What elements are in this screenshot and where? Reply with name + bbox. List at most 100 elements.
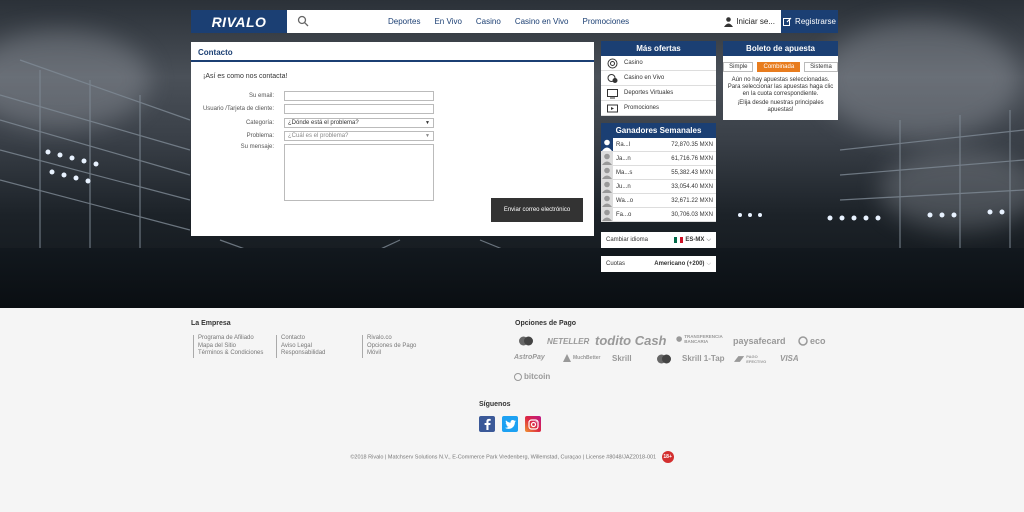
offer-virtual-sports[interactable]: Deportes Virtuales xyxy=(601,86,716,101)
tab-combinada[interactable]: Combinada xyxy=(757,62,801,72)
footer-link[interactable]: Rivalo.co xyxy=(367,335,416,343)
bitcoin-logo: bitcoin xyxy=(514,372,550,381)
nav-deportes[interactable]: Deportes xyxy=(388,17,420,26)
virtual-sports-icon xyxy=(607,88,618,99)
offer-live-casino[interactable]: Casino en Vivo xyxy=(601,71,716,86)
winner-amount: 32,671.22 MXN xyxy=(671,197,713,204)
winner-name: Ma...s xyxy=(616,169,633,176)
nav-casino-en-vivo[interactable]: Casino en Vivo xyxy=(515,17,569,26)
footer-link[interactable]: Contacto xyxy=(281,335,325,343)
mastercard-logo-2: mastercard xyxy=(656,354,672,364)
winner-name: Ja...n xyxy=(616,155,631,162)
mastercard-logo: mastercard xyxy=(518,336,534,346)
odds-label: Cuotas xyxy=(606,261,626,267)
language-label: Cambiar idioma xyxy=(606,237,649,243)
company-title: La Empresa xyxy=(191,320,231,327)
social-title: Síguenos xyxy=(479,401,511,408)
footer-link[interactable]: Responsabilidad xyxy=(281,350,325,358)
footer-links-col2: Contacto Aviso Legal Responsabilidad xyxy=(276,335,325,358)
footer-link[interactable]: Opciones de Pago xyxy=(367,343,416,351)
footer xyxy=(0,308,1024,512)
tab-sistema[interactable]: Sistema xyxy=(804,62,838,72)
footer-link[interactable]: Aviso Legal xyxy=(281,343,325,351)
winner-amount: 61,716.76 MXN xyxy=(671,155,713,162)
footer-link[interactable]: Programa de Afiliado xyxy=(198,335,263,343)
offer-label: Casino xyxy=(624,60,643,66)
login-label: Iniciar se... xyxy=(736,17,775,26)
avatar-icon xyxy=(601,194,613,207)
problem-row: Problema: ¿Cuál es el problema? xyxy=(191,131,434,141)
pago-efectivo-logo: PAGO EFECTIVO xyxy=(734,354,770,364)
language-value: ES-MX xyxy=(685,237,705,243)
footer-link[interactable]: Términos & Condiciones xyxy=(198,350,263,358)
winner-name: Wa...o xyxy=(616,197,634,204)
weekly-winners-panel: Ganadores Semanales Ra...l 72,870.35 MXN… xyxy=(601,123,716,222)
betslip-tabs: Simple Combinada Sistema xyxy=(723,62,838,72)
contact-title: Contacto xyxy=(191,42,594,62)
more-offers-title: Más ofertas xyxy=(601,41,716,56)
payment-title: Opciones de Pago xyxy=(515,320,577,327)
register-label: Registrarse xyxy=(795,17,836,26)
skrill-logo: Skrill xyxy=(612,354,632,363)
winner-amount: 33,054.40 MXN xyxy=(671,183,713,190)
more-offers-panel: Más ofertas Casino Casino en Vivo Deport… xyxy=(601,41,716,116)
email-field[interactable] xyxy=(284,91,434,101)
muchbetter-logo: MuchBetter xyxy=(563,354,601,362)
register-button[interactable]: Registrarse xyxy=(781,10,838,33)
category-label: Categoría: xyxy=(245,120,274,126)
winner-amount: 30,706.03 MXN xyxy=(671,211,713,218)
user-field[interactable] xyxy=(284,104,434,114)
search-icon[interactable] xyxy=(297,15,311,29)
avatar-icon xyxy=(601,152,613,165)
nav-casino[interactable]: Casino xyxy=(476,17,501,26)
avatar-icon xyxy=(601,138,613,151)
problem-select[interactable]: ¿Cuál es el problema? xyxy=(284,131,434,141)
betslip-empty-message: Aún no hay apuestas seleccionadas. Para … xyxy=(727,77,834,97)
winner-name: Ju...n xyxy=(616,183,631,190)
odds-format-selector[interactable]: Cuotas Americano (+200) ⌵ xyxy=(601,256,716,272)
avatar-icon xyxy=(601,166,613,179)
facebook-icon[interactable] xyxy=(479,416,495,432)
footer-link[interactable]: Móvil xyxy=(367,350,416,358)
login-button[interactable]: Iniciar se... xyxy=(724,16,781,27)
todito-cash-logo: todito Cash xyxy=(595,333,667,348)
winner-amount: 55,382.43 MXN xyxy=(671,169,713,176)
mexico-flag-icon xyxy=(674,237,684,243)
email-row: Su email: xyxy=(191,91,434,101)
nav-en-vivo[interactable]: En Vivo xyxy=(434,17,461,26)
casino-chip-icon xyxy=(607,58,618,69)
send-email-button[interactable]: Enviar correo electrónico xyxy=(491,198,583,222)
footer-links-col1: Programa de Afiliado Mapa del Sitio Térm… xyxy=(193,335,263,358)
instagram-icon[interactable] xyxy=(525,416,541,432)
nav-promociones[interactable]: Promociones xyxy=(582,17,629,26)
message-textarea[interactable] xyxy=(284,144,434,201)
winner-name: Ra...l xyxy=(616,141,631,148)
contact-intro: ¡Así es como nos contacta! xyxy=(203,73,288,80)
tab-simple[interactable]: Simple xyxy=(723,62,754,72)
avatar-icon xyxy=(601,208,613,221)
live-casino-icon xyxy=(607,73,618,84)
paysafecard-logo: paysafecard xyxy=(733,336,786,346)
winner-row: Wa...o 32,671.22 MXN xyxy=(601,194,716,208)
winner-row: Fa...o 30,706.03 MXN xyxy=(601,208,716,222)
crowd xyxy=(0,248,1024,308)
betslip-panel: Boleto de apuesta Simple Combinada Siste… xyxy=(723,41,838,120)
twitter-icon[interactable] xyxy=(502,416,518,432)
footer-link[interactable]: Mapa del Sitio xyxy=(198,343,263,351)
problem-label: Problema: xyxy=(246,133,274,139)
message-row: Su mensaje: xyxy=(191,144,434,201)
winner-row: Ja...n 61,716.76 MXN xyxy=(601,152,716,166)
winner-name: Fa...o xyxy=(616,211,632,218)
main-nav: Deportes En Vivo Casino Casino en Vivo P… xyxy=(388,17,629,26)
avatar-icon xyxy=(601,180,613,193)
category-row: Categoría: ¿Dónde está el problema? xyxy=(191,118,434,128)
rivalo-logo[interactable]: RIVALO xyxy=(191,10,287,33)
offer-casino[interactable]: Casino xyxy=(601,56,716,71)
offer-label: Casino en Vivo xyxy=(624,75,665,81)
offer-promotions[interactable]: Promociones xyxy=(601,101,716,116)
betslip-cta[interactable]: ¡Elija desde nuestras principales apuest… xyxy=(723,100,838,114)
category-select[interactable]: ¿Dónde está el problema? xyxy=(284,118,434,128)
edit-icon xyxy=(783,17,792,26)
language-selector[interactable]: Cambiar idioma ES-MX ⌵ xyxy=(601,232,716,248)
visa-logo: VISA xyxy=(780,354,799,363)
